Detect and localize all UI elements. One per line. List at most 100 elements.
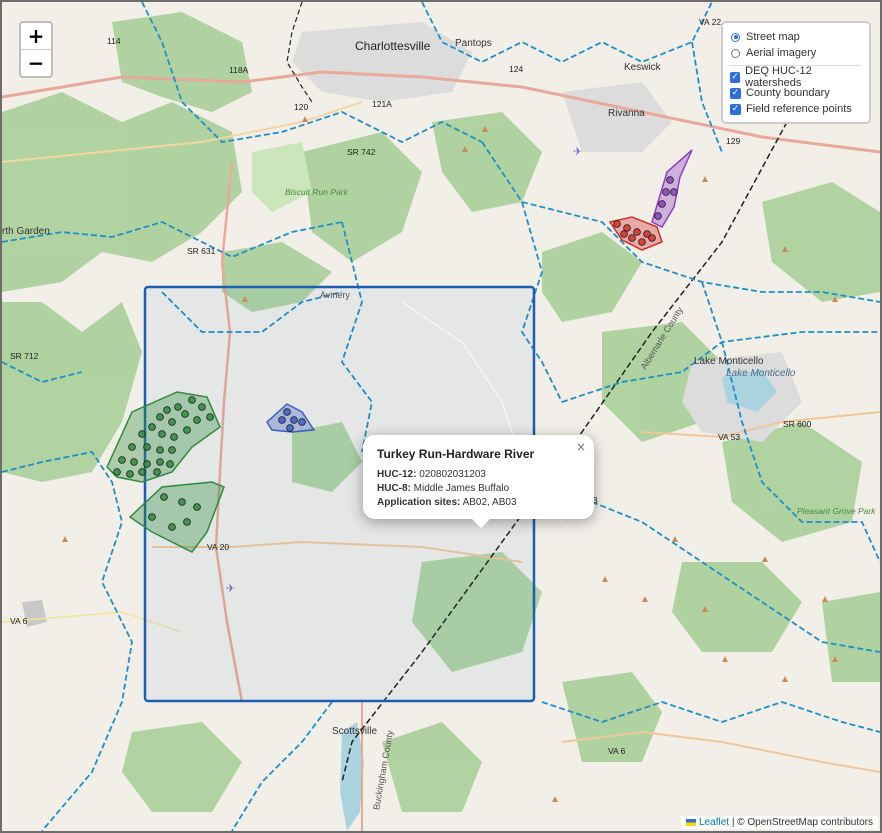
shield-va22: VA 22: [699, 17, 721, 27]
field-point[interactable]: [658, 200, 666, 208]
svg-text:✈: ✈: [573, 145, 582, 158]
zoom-out-button[interactable]: −: [21, 50, 51, 76]
popup-huc12-value: 020802031203: [419, 469, 486, 480]
shield-va6-east: VA 6: [608, 746, 626, 756]
field-point[interactable]: [620, 230, 628, 238]
field-point[interactable]: [148, 513, 156, 521]
attribution-separator: |: [731, 817, 735, 828]
popup-huc8-value: Middle James Buffalo: [413, 483, 510, 494]
field-point[interactable]: [283, 408, 291, 416]
field-point[interactable]: [126, 470, 134, 478]
checkbox-county-boundary[interactable]: ✓: [730, 87, 741, 99]
shield-sr742: SR 742: [347, 147, 376, 157]
field-point[interactable]: [198, 403, 206, 411]
field-point[interactable]: [181, 410, 189, 418]
popup-huc8-label: HUC-8:: [377, 483, 411, 494]
popup-title: Turkey Run-Hardware River: [377, 447, 535, 461]
base-layer-street-map[interactable]: Street map: [729, 29, 861, 45]
label-field-points: Field reference points: [746, 103, 852, 115]
field-point[interactable]: [138, 468, 146, 476]
attribution: Leaflet | © OpenStreetMap contributors: [681, 816, 878, 829]
label-aerial-imagery: Aerial imagery: [746, 47, 817, 59]
field-point[interactable]: [193, 503, 201, 511]
label-pantops: Pantops: [455, 38, 492, 49]
field-point[interactable]: [156, 413, 164, 421]
field-point[interactable]: [206, 413, 214, 421]
field-point[interactable]: [613, 220, 621, 228]
shield-120: 120: [294, 102, 308, 112]
popup-huc12-label: HUC-12:: [377, 469, 417, 480]
field-point[interactable]: [183, 426, 191, 434]
field-point[interactable]: [148, 423, 156, 431]
radio-street-map[interactable]: [731, 32, 740, 42]
map-canvas[interactable]: ✈ ✈ Charlottesville Pantops Keswick Riva…: [2, 2, 880, 831]
field-point[interactable]: [670, 188, 678, 196]
layer-control: Street map Aerial imagery ✓ DEQ HUC-12 w…: [721, 21, 871, 124]
field-point[interactable]: [628, 234, 636, 242]
field-point[interactable]: [278, 416, 286, 424]
field-point[interactable]: [160, 493, 168, 501]
map-frame[interactable]: ✈ ✈ Charlottesville Pantops Keswick Riva…: [0, 0, 882, 833]
field-point[interactable]: [666, 176, 674, 184]
field-point[interactable]: [654, 212, 662, 220]
field-point[interactable]: [188, 396, 196, 404]
radio-aerial-imagery[interactable]: [731, 48, 740, 58]
field-point[interactable]: [168, 446, 176, 454]
field-point[interactable]: [174, 403, 182, 411]
field-point[interactable]: [153, 468, 161, 476]
field-point[interactable]: [138, 430, 146, 438]
osm-copyright[interactable]: © OpenStreetMap contributors: [737, 817, 873, 828]
field-point[interactable]: [648, 234, 656, 242]
field-point[interactable]: [662, 188, 670, 196]
leaflet-link[interactable]: Leaflet: [699, 817, 729, 828]
popup-huc12-row: HUC-12: 020802031203: [377, 468, 580, 482]
field-point[interactable]: [170, 433, 178, 441]
field-point[interactable]: [158, 430, 166, 438]
field-point[interactable]: [298, 418, 306, 426]
field-point[interactable]: [156, 446, 164, 454]
field-point[interactable]: [143, 443, 151, 451]
shield-129: 129: [726, 136, 740, 146]
zoom-in-button[interactable]: +: [21, 23, 51, 50]
field-point[interactable]: [143, 460, 151, 468]
label-huc12: DEQ HUC-12 watersheds: [745, 65, 812, 89]
shield-114: 114: [107, 36, 121, 46]
field-point[interactable]: [168, 523, 176, 531]
shield-va6-west: VA 6: [10, 616, 28, 626]
field-point[interactable]: [130, 458, 138, 466]
field-point[interactable]: [178, 498, 186, 506]
overlay-field-points[interactable]: ✓ Field reference points: [729, 101, 861, 117]
popup-sites-value: AB02, AB03: [462, 497, 517, 508]
field-point[interactable]: [193, 416, 201, 424]
shield-va53: VA 53: [718, 432, 740, 442]
checkbox-field-points[interactable]: ✓: [730, 103, 741, 115]
base-layer-aerial[interactable]: Aerial imagery: [729, 45, 861, 61]
field-point[interactable]: [633, 228, 641, 236]
ukraine-flag-icon: [686, 818, 697, 826]
label-county-boundary: County boundary: [746, 87, 830, 99]
label-rivanna: Rivanna: [608, 108, 645, 119]
watershed-popup: × Turkey Run-Hardware River HUC-12: 0208…: [363, 435, 594, 528]
label-lake-monticello: Lake Monticello: [726, 368, 796, 379]
field-point[interactable]: [113, 468, 121, 476]
field-point[interactable]: [286, 424, 294, 432]
field-point[interactable]: [128, 443, 136, 451]
label-pleasant-grove: Pleasant Grove Park: [797, 506, 876, 516]
shield-121a: 121A: [372, 99, 392, 109]
label-street-map: Street map: [746, 31, 800, 43]
overlay-huc12[interactable]: ✓ DEQ HUC-12 watersheds: [729, 65, 861, 89]
field-point[interactable]: [290, 416, 298, 424]
popup-sites-row: Application sites: AB02, AB03: [377, 496, 580, 510]
shield-va20: VA 20: [207, 542, 229, 552]
checkbox-huc12[interactable]: ✓: [730, 71, 741, 83]
field-point[interactable]: [163, 406, 171, 414]
field-point[interactable]: [168, 418, 176, 426]
field-point[interactable]: [183, 518, 191, 526]
field-point[interactable]: [638, 238, 646, 246]
field-point[interactable]: [166, 460, 174, 468]
popup-close-button[interactable]: ×: [576, 440, 586, 454]
field-point[interactable]: [156, 458, 164, 466]
popup-tip: [472, 519, 490, 528]
field-point[interactable]: [118, 456, 126, 464]
label-scottsville: Scottsville: [332, 726, 377, 737]
